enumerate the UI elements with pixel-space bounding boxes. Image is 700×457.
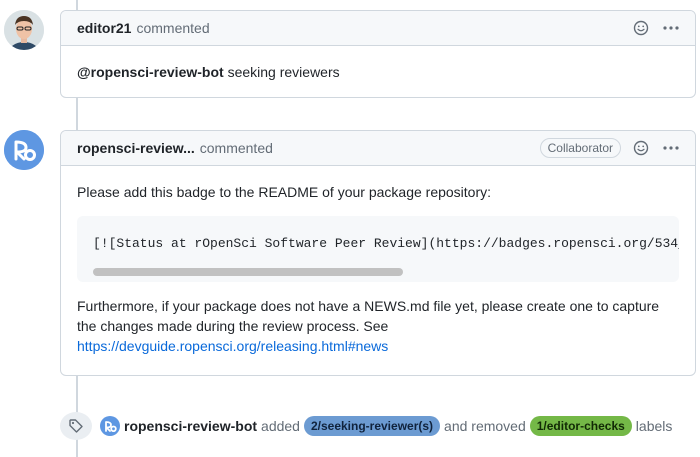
kebab-horizontal-icon	[663, 26, 679, 30]
comment-header: editor21 commented	[61, 11, 695, 46]
event-text: labels	[635, 418, 673, 434]
devguide-link[interactable]: https://devguide.ropensci.org/releasing.…	[77, 338, 388, 354]
more-options-button[interactable]	[661, 18, 681, 38]
comment-text: Furthermore, if your package does not ha…	[77, 298, 660, 334]
comment-author[interactable]: editor21	[77, 20, 131, 36]
bot-mini-avatar[interactable]	[100, 416, 120, 436]
user-photo-icon	[4, 10, 44, 50]
code-block: [![Status at rOpenSci Software Peer Revi…	[77, 216, 679, 282]
comment-action: commented	[199, 140, 273, 156]
comment: editor21 commented @ropensci-review-bot …	[60, 10, 696, 98]
tag-icon	[69, 419, 83, 433]
more-options-button[interactable]	[661, 138, 681, 158]
code-snippet[interactable]: [![Status at rOpenSci Software Peer Revi…	[77, 216, 679, 254]
add-reaction-button[interactable]	[631, 138, 651, 158]
event-text: added	[261, 418, 300, 434]
event-actor[interactable]: ropensci-review-bot	[124, 418, 257, 434]
comment-body: Please add this badge to the README of y…	[61, 166, 695, 372]
label-event: ropensci-review-bot added 2/seeking-revi…	[60, 412, 676, 440]
label-seeking-reviewers[interactable]: 2/seeking-reviewer(s)	[303, 416, 441, 436]
ropensci-logo-icon	[105, 421, 117, 432]
smiley-icon	[633, 20, 649, 36]
ropensci-logo-icon	[4, 130, 44, 170]
comment-action: commented	[136, 20, 210, 36]
comment: ropensci-review... commented Collaborato…	[60, 130, 696, 376]
avatar[interactable]	[4, 10, 44, 50]
avatar[interactable]	[4, 130, 44, 170]
event-text: and removed	[444, 418, 526, 434]
add-reaction-button[interactable]	[631, 18, 651, 38]
collaborator-badge: Collaborator	[539, 138, 621, 158]
comment-header: ropensci-review... commented Collaborato…	[61, 131, 695, 166]
comment-text: Please add this badge to the README of y…	[77, 184, 492, 200]
user-mention[interactable]: @ropensci-review-bot	[77, 64, 224, 80]
comment-author[interactable]: ropensci-review...	[77, 140, 195, 156]
kebab-horizontal-icon	[663, 146, 679, 150]
tag-badge	[60, 412, 92, 440]
smiley-icon	[633, 140, 649, 156]
comment-paragraph: Furthermore, if your package does not ha…	[77, 296, 679, 356]
comment-text: seeking reviewers	[223, 64, 340, 80]
label-editor-checks[interactable]: 1/editor-checks	[529, 416, 632, 436]
horizontal-scrollbar[interactable]	[93, 268, 403, 276]
comment-body: @ropensci-review-bot seeking reviewers	[61, 46, 695, 97]
